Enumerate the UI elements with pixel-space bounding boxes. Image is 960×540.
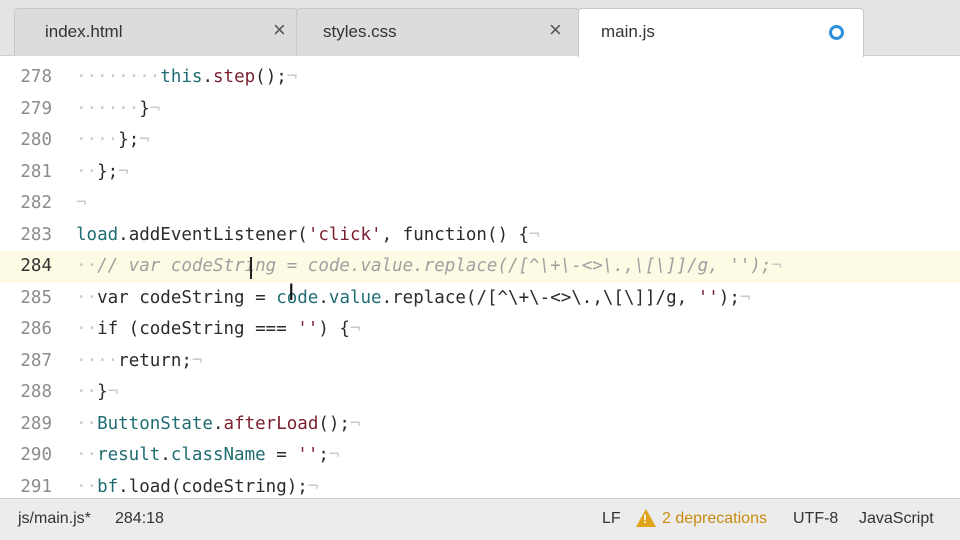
tab-title: index.html (45, 22, 123, 41)
code-line[interactable]: 288 ··}¬ (0, 377, 960, 409)
code-text: ··ButtonState.afterLoad();¬ (76, 413, 361, 434)
close-icon[interactable]: × (273, 19, 286, 41)
tab-title: main.js (601, 22, 655, 41)
line-ending[interactable]: LF (602, 510, 621, 528)
tab-index-html[interactable]: index.html × (14, 8, 298, 56)
tab-main-js[interactable]: main.js (578, 8, 864, 57)
line-number: 286 (20, 319, 52, 339)
status-bar: js/main.js* 284:18 LF ! 2 deprecations U… (0, 498, 960, 540)
line-number: 283 (20, 224, 52, 245)
code-text: ··var codeString = code.value.replace(/[… (76, 287, 751, 308)
line-number: 284 (20, 256, 52, 276)
code-text: load.addEventListener('click', function(… (76, 224, 540, 245)
code-line[interactable]: 287 ····return;¬ (0, 346, 960, 378)
close-icon[interactable]: × (549, 19, 562, 41)
code-line[interactable]: 291 ··bf.load(codeString);¬ (0, 472, 960, 499)
code-line[interactable]: 278 ········this.step();¬ (0, 62, 960, 94)
line-number: 281 (20, 161, 52, 182)
code-line[interactable]: 281 ··};¬ (0, 157, 960, 189)
code-editor[interactable]: 278 ········this.step();¬ 279 ······}¬ 280 ··… (0, 56, 960, 498)
code-line[interactable]: 284 ··// var codeString = code.value.repl… (0, 251, 960, 283)
mouse-ibeam-icon: I (288, 281, 295, 306)
cursor-position[interactable]: 284:18 (115, 510, 164, 528)
code-line[interactable]: 286 ··if (codeString === '') {¬ (0, 314, 960, 346)
line-number: 287 (20, 350, 52, 371)
line-number: 280 (20, 130, 52, 150)
code-line[interactable]: 279 ······}¬ (0, 94, 960, 126)
line-number: 290 (20, 445, 52, 465)
code-text: ··}¬ (76, 382, 119, 402)
code-line[interactable]: 290 ··result.className = '';¬ (0, 440, 960, 472)
code-text: ··bf.load(codeString);¬ (76, 476, 319, 497)
code-line[interactable]: 285 ··var codeString = code.value.replace… (0, 283, 960, 315)
code-line[interactable]: 283 load.addEventListener('click', functi… (0, 220, 960, 252)
code-text: ¬ (76, 193, 87, 213)
warning-mark: ! (643, 512, 647, 526)
line-number: 282 (20, 193, 52, 213)
line-number: 289 (20, 413, 52, 434)
code-text: ····};¬ (76, 130, 150, 150)
tab-title: styles.css (323, 22, 397, 41)
line-number: 288 (20, 382, 52, 402)
encoding[interactable]: UTF-8 (793, 510, 838, 528)
line-number: 278 (20, 67, 52, 87)
line-number: 279 (20, 98, 52, 119)
tab-styles-css[interactable]: styles.css × (296, 8, 580, 56)
text-cursor (250, 257, 252, 279)
code-text: ········this.step();¬ (76, 67, 298, 87)
code-text: ······}¬ (76, 98, 161, 119)
file-path[interactable]: js/main.js* (18, 510, 91, 528)
code-text: ····return;¬ (76, 350, 203, 371)
code-text: ··};¬ (76, 161, 129, 182)
code-line[interactable]: 280 ····};¬ (0, 125, 960, 157)
code-text: ··if (codeString === '') {¬ (76, 319, 361, 339)
code-line[interactable]: 289 ··ButtonState.afterLoad();¬ (0, 409, 960, 441)
language-mode[interactable]: JavaScript (859, 510, 934, 528)
modified-indicator-icon[interactable] (829, 25, 844, 40)
deprecations-count[interactable]: 2 deprecations (662, 510, 767, 528)
line-number: 291 (20, 476, 52, 497)
code-line[interactable]: 282 ¬ (0, 188, 960, 220)
code-text: ··// var codeString = code.value.replace… (76, 256, 782, 276)
code-text: ··result.className = '';¬ (76, 445, 340, 465)
line-number: 285 (20, 287, 52, 308)
tab-bar: index.html × styles.css × main.js (0, 0, 960, 57)
